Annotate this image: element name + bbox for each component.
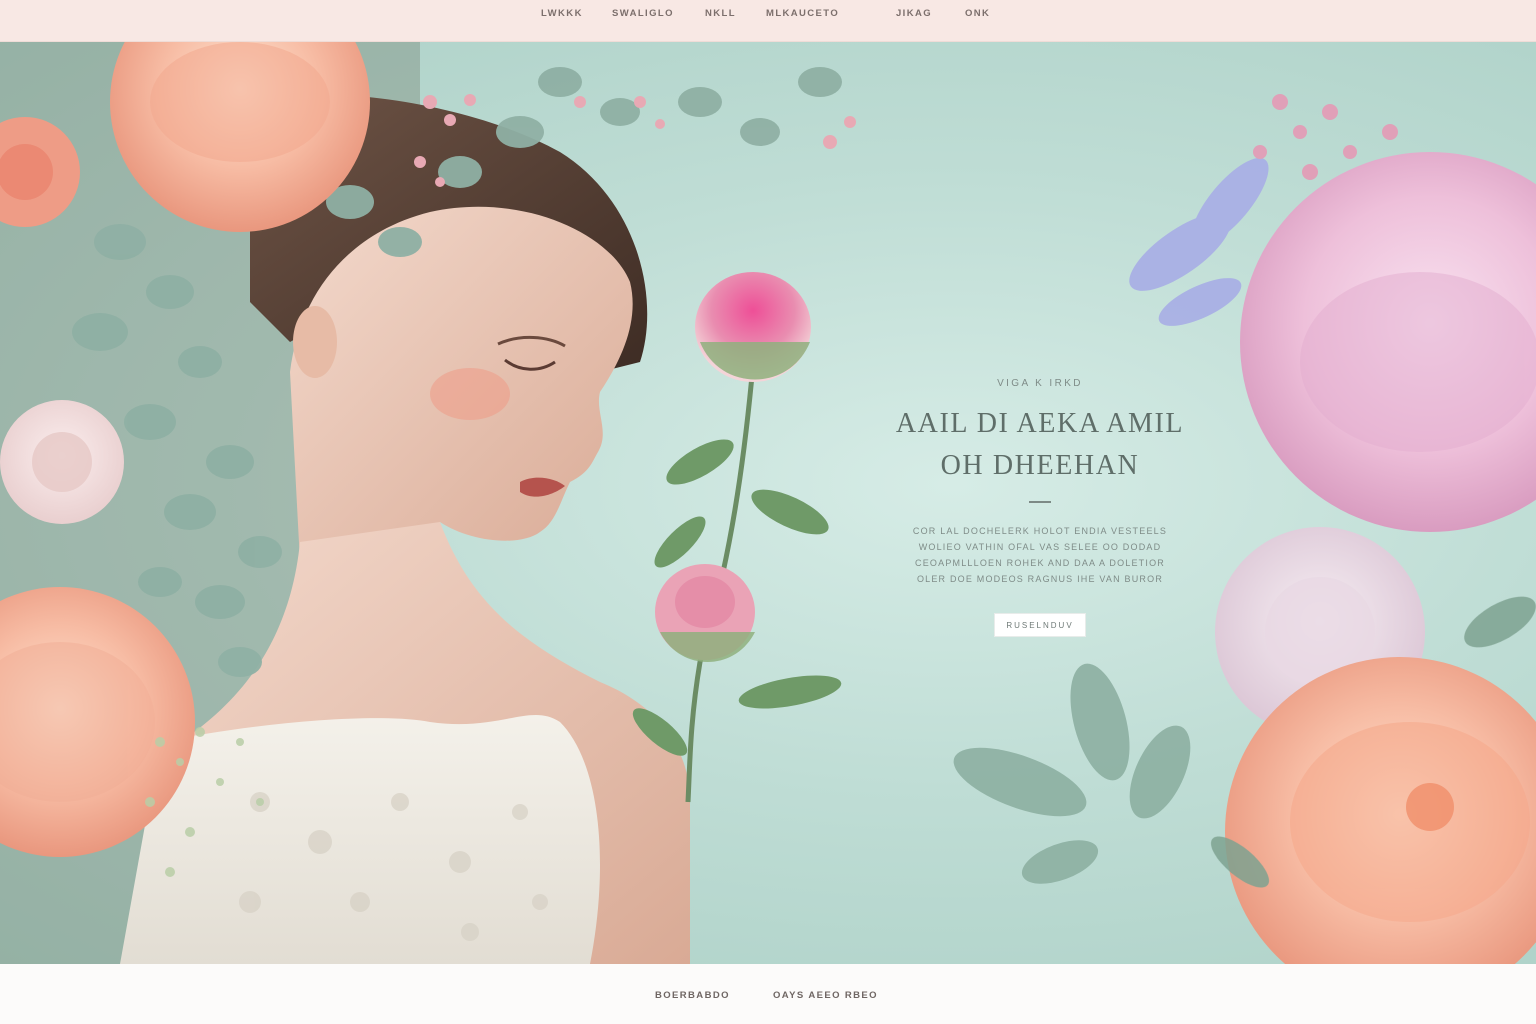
hero-headline: AAIL DI AEKA AMIL OH DHEEHAN <box>880 403 1200 487</box>
footer-link-2[interactable]: OAYS AEEO RBEO <box>773 990 878 1001</box>
footer: BOERBABDO OAYS AEEO RBEO <box>0 964 1536 1024</box>
hero-headline-line-1: AAIL DI AEKA AMIL <box>895 408 1185 439</box>
hero-body-copy: COR LAL DOCHELERK HOLOT ENDIA VESTEELS W… <box>880 523 1200 587</box>
top-navigation: LWKKK SWALIGLO NKLL MLKAUCETO JIKAG ONK <box>0 0 1536 42</box>
nav-link-3[interactable]: NKLL <box>705 8 736 19</box>
hero-body-line-3: CEOAPMLLLOEN ROHEK AND DAA A DOLETIOR <box>915 558 1165 568</box>
hero-eyebrow: VIGA K IRKD <box>997 378 1083 389</box>
hero-floral-illustration <box>0 42 1536 964</box>
nav-link-5[interactable]: JIKAG <box>896 8 932 19</box>
hero-divider <box>1029 501 1051 503</box>
nav-link-1[interactable]: LWKKK <box>541 8 583 19</box>
nav-link-6[interactable]: ONK <box>965 8 990 19</box>
hero-section: VIGA K IRKD AAIL DI AEKA AMIL OH DHEEHAN… <box>0 42 1536 964</box>
hero-headline-line-2: OH DHEEHAN <box>940 450 1140 481</box>
hero-body-line-4: OLER DOE MODEOS RAGNUS IHE VAN BUROR <box>916 574 1164 584</box>
footer-link-1[interactable]: BOERBABDO <box>655 990 730 1001</box>
landing-page: LWKKK SWALIGLO NKLL MLKAUCETO JIKAG ONK <box>0 0 1536 1024</box>
hero-body-line-2: WOLIEO VATHIN OFAL VAS SELEE OO DODAD <box>918 542 1162 552</box>
hero-body-line-1: COR LAL DOCHELERK HOLOT ENDIA VESTEELS <box>912 526 1168 536</box>
hero-text-block: VIGA K IRKD AAIL DI AEKA AMIL OH DHEEHAN… <box>880 378 1200 637</box>
hero-cta-button[interactable]: RUSELNDUV <box>994 613 1086 637</box>
nav-link-2[interactable]: SWALIGLO <box>612 8 674 19</box>
nav-link-4[interactable]: MLKAUCETO <box>766 8 839 19</box>
